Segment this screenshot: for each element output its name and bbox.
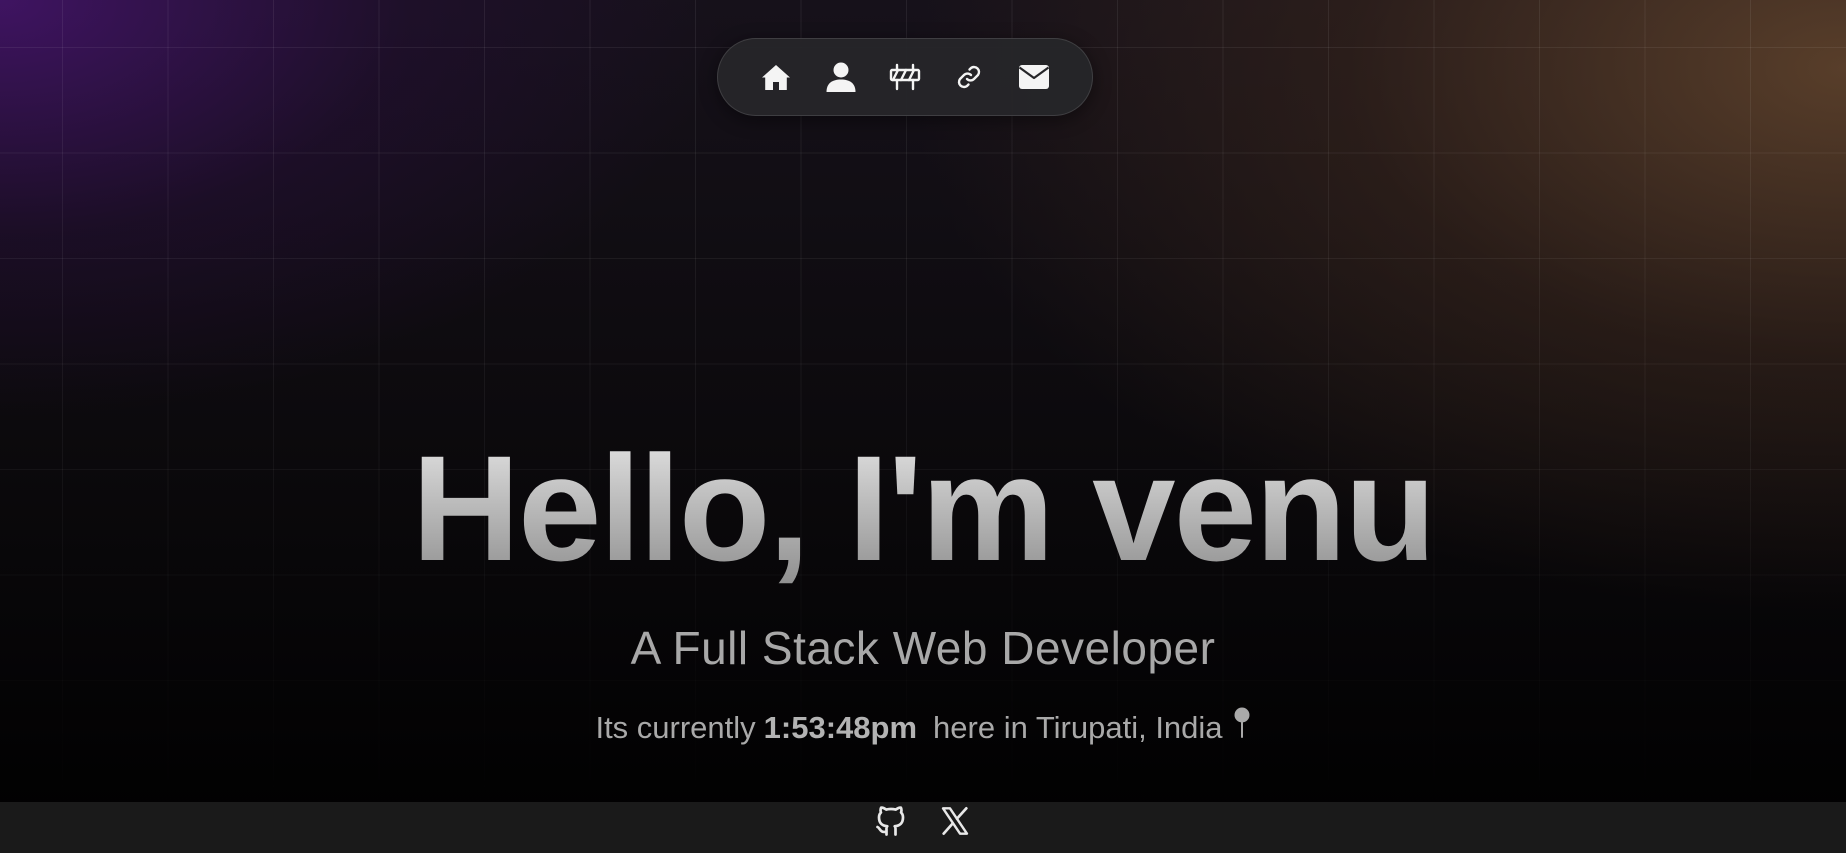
github-icon [876, 805, 905, 836]
x-twitter-icon [941, 806, 969, 835]
user-icon [826, 62, 856, 92]
time-suffix: here in Tirupati, India [933, 710, 1223, 745]
nav-projects-button[interactable] [873, 49, 937, 105]
home-icon [762, 65, 791, 90]
footer-bar [0, 802, 1846, 853]
nav-contact-button[interactable] [1002, 49, 1066, 105]
hero-title: Hello, I'm venu [0, 428, 1846, 588]
nav-about-button[interactable] [808, 49, 872, 105]
mail-icon [1018, 65, 1049, 89]
top-nav [717, 38, 1093, 116]
x-link[interactable] [936, 802, 974, 840]
local-time-line: Its currently 1:53:48pm here in Tirupati… [0, 707, 1846, 749]
barrier-icon [889, 63, 921, 91]
nav-home-button[interactable] [744, 49, 808, 105]
hero-subtitle: A Full Stack Web Developer [630, 622, 1216, 674]
page: Hello, I'm venu A Full Stack Web Develop… [0, 0, 1846, 853]
link-icon [958, 65, 981, 89]
map-pin-icon [1233, 707, 1251, 749]
nav-links-button[interactable] [937, 49, 1001, 105]
local-clock: 1:53:48pm [763, 710, 918, 745]
time-prefix: Its currently [595, 710, 756, 745]
github-link[interactable] [872, 802, 910, 840]
